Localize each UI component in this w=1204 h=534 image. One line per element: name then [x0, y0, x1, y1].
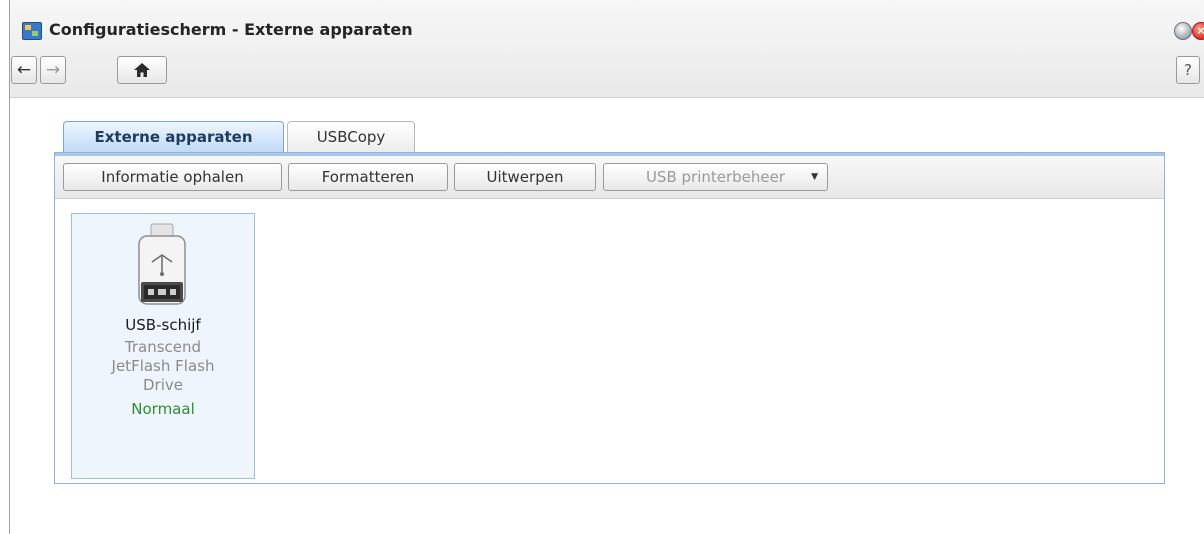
usb-device-tile[interactable]: USB-schijf Transcend JetFlash Flash Driv…	[71, 213, 255, 479]
back-arrow-icon: ←	[16, 60, 32, 80]
title-bar: Configuratiescherm - Externe apparaten ×…	[10, 0, 1204, 98]
minimize-button[interactable]	[1174, 22, 1192, 40]
eject-button[interactable]: Uitwerpen	[454, 163, 596, 191]
devices-toolbar: Informatie ophalen Formatteren Uitwerpen…	[55, 156, 1164, 199]
format-button[interactable]: Formatteren	[288, 163, 448, 191]
device-name: USB-schijf	[125, 316, 201, 334]
home-icon	[134, 63, 150, 77]
close-button[interactable]: ×	[1192, 22, 1204, 40]
devices-panel: Informatie ophalen Formatteren Uitwerpen…	[54, 152, 1165, 484]
tab-external-devices[interactable]: Externe apparaten	[63, 121, 284, 153]
forward-button[interactable]: →	[40, 56, 66, 84]
device-description-line: JetFlash Flash	[111, 357, 215, 375]
device-description: Transcend JetFlash Flash Drive	[72, 338, 254, 395]
device-description-line: Transcend	[124, 338, 202, 356]
usb-printer-management-dropdown[interactable]: USB printerbeheer ▼	[603, 163, 828, 191]
forward-arrow-icon: →	[45, 60, 61, 80]
usb-printer-management-label: USB printerbeheer	[645, 168, 786, 186]
get-info-button[interactable]: Informatie ophalen	[63, 163, 282, 191]
home-button[interactable]	[117, 56, 167, 84]
window-title: Configuratiescherm - Externe apparaten	[49, 20, 413, 39]
control-panel-icon	[22, 22, 42, 40]
back-button[interactable]: ←	[11, 56, 37, 84]
tab-usbcopy[interactable]: USBCopy	[287, 121, 415, 153]
device-description-line: Drive	[143, 376, 183, 394]
usb-drive-icon	[138, 223, 186, 305]
dropdown-arrow-icon: ▼	[811, 172, 818, 182]
device-status: Normaal	[131, 400, 195, 418]
help-button[interactable]: ?	[1176, 56, 1200, 84]
control-panel-window: Configuratiescherm - Externe apparaten ×…	[9, 0, 1204, 534]
